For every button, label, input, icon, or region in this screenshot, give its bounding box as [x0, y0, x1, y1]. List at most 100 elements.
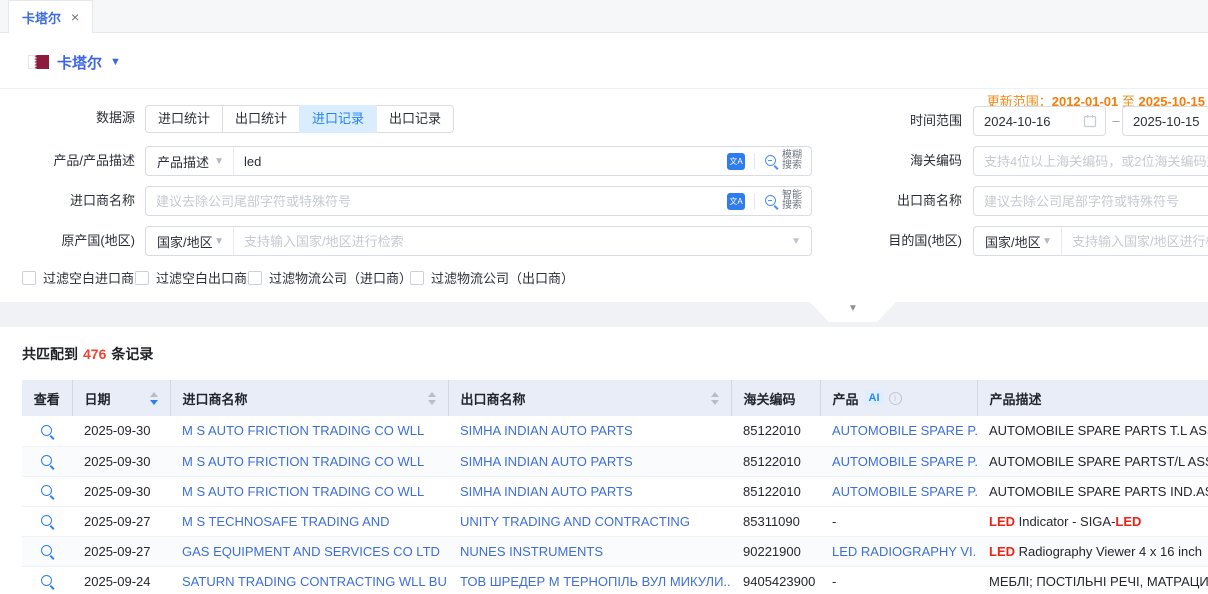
view-record-icon[interactable]	[40, 514, 55, 529]
sort-icon-date[interactable]	[150, 392, 158, 405]
date-cell: 2025-09-30	[72, 446, 170, 476]
fuzzy-search-label: 模糊搜索	[782, 151, 802, 171]
product-type-select[interactable]: 产品描述 ▼	[146, 147, 234, 175]
destination-select[interactable]: 国家/地区 ▼	[974, 227, 1062, 255]
description-cell: МЕБЛІ; ПОСТІЛЬНІ РЕЧІ, МАТРАЦИ,...	[977, 566, 1208, 594]
hs-code-box	[973, 146, 1208, 176]
exporter-link[interactable]: UNITY TRADING AND CONTRACTING	[460, 514, 690, 529]
importer-link[interactable]: M S AUTO FRICTION TRADING CO WLL	[182, 484, 424, 499]
origin-select[interactable]: 国家/地区 ▼	[146, 227, 234, 255]
close-icon[interactable]: ×	[71, 9, 79, 25]
exporter-link[interactable]: ТОВ ШРЕДЕР М ТЕРНОПІЛЬ ВУЛ МИКУЛИ...	[460, 574, 731, 589]
importer-search-box: 文A 智能搜索	[145, 186, 812, 216]
checkbox-filter-blank-importer[interactable]: 过滤空白进口商	[22, 268, 134, 287]
product-label: 产品/产品描述	[0, 146, 135, 176]
product-link[interactable]: AUTOMOBILE SPARE P...	[832, 454, 977, 469]
product-search-box: 产品描述 ▼ 文A 模糊搜索	[145, 146, 812, 176]
filter-checkboxes: 过滤空白进口商 过滤空白出口商 过滤物流公司（进口商） 过滤物流公司（出口商）	[0, 268, 812, 288]
origin-input[interactable]	[234, 228, 791, 254]
date-range-separator: –	[1111, 106, 1121, 136]
sort-icon-exporter[interactable]	[711, 392, 719, 405]
exporter-label: 出口商名称	[845, 186, 962, 216]
exporter-link[interactable]: SIMHA INDIAN AUTO PARTS	[460, 484, 633, 499]
table-row: 2025-09-24 SATURN TRADING CONTRACTING WL…	[22, 566, 1208, 594]
column-importer[interactable]: 进口商名称	[170, 380, 448, 416]
importer-link[interactable]: M S AUTO FRICTION TRADING CO WLL	[182, 454, 424, 469]
checkbox-filter-logistics-importer[interactable]: 过滤物流公司（进口商）	[248, 268, 412, 287]
chevron-down-icon[interactable]: ▼	[791, 236, 811, 247]
segment-import-stats[interactable]: 进口统计	[145, 105, 223, 133]
destination-box: 国家/地区 ▼	[973, 226, 1208, 256]
importer-link[interactable]: SATURN TRADING CONTRACTING WLL BUI...	[182, 574, 448, 589]
calendar-icon	[1083, 114, 1097, 128]
chevron-down-icon: ▼	[848, 302, 858, 316]
hs-code-cell: 9405423900	[731, 566, 820, 594]
date-start-input[interactable]: 2024-10-16	[973, 106, 1106, 136]
view-record-icon[interactable]	[40, 454, 55, 469]
origin-select-value: 国家/地区	[157, 232, 213, 251]
view-record-icon[interactable]	[40, 574, 55, 589]
checkbox-icon[interactable]	[135, 271, 149, 285]
date-end-input[interactable]: 2025-10-15	[1122, 106, 1208, 136]
hs-code-cell: 90221900	[731, 536, 820, 566]
checkbox-filter-logistics-exporter[interactable]: 过滤物流公司（出口商）	[410, 268, 574, 287]
importer-input[interactable]	[146, 188, 727, 214]
importer-label: 进口商名称	[0, 186, 135, 216]
product-link[interactable]: AUTOMOBILE SPARE P...	[832, 423, 977, 438]
destination-input[interactable]	[1062, 228, 1208, 254]
checkbox-icon[interactable]	[22, 271, 36, 285]
trade-data-page: 卡塔尔 × 卡塔尔 ▼ 数据源 进口统计 出口统计 进口记录 出口记录 更新范围…	[0, 0, 1208, 594]
checkbox-icon[interactable]	[248, 271, 262, 285]
description-cell: AUTOMOBILE SPARE PARTS T.L ASSY ...	[977, 416, 1208, 446]
segment-export-records[interactable]: 出口记录	[376, 105, 454, 133]
results-table: 查看 日期 进口商名称	[22, 380, 1208, 594]
column-exporter[interactable]: 出口商名称	[448, 380, 731, 416]
exporter-link[interactable]: NUNES INSTRUMENTS	[460, 544, 603, 559]
segment-import-records[interactable]: 进口记录	[299, 105, 377, 133]
country-name: 卡塔尔	[57, 52, 102, 73]
column-description: 产品描述	[977, 380, 1208, 416]
product-search-input[interactable]	[234, 148, 727, 174]
exporter-cell: SIMHA INDIAN AUTO PARTS	[448, 446, 731, 476]
summary-suffix: 条记录	[111, 346, 153, 362]
product-link[interactable]: AUTOMOBILE SPARE P...	[832, 484, 977, 499]
table-header-row: 查看 日期 进口商名称	[22, 380, 1208, 416]
column-date[interactable]: 日期	[72, 380, 170, 416]
table-row: 2025-09-27 GAS EQUIPMENT AND SERVICES CO…	[22, 536, 1208, 566]
hs-code-input[interactable]	[974, 148, 1208, 174]
view-record-icon[interactable]	[40, 424, 55, 439]
destination-select-value: 国家/地区	[985, 232, 1041, 251]
divider	[0, 88, 1208, 89]
checkbox-icon[interactable]	[410, 271, 424, 285]
magnifier-icon	[764, 194, 779, 209]
sort-icon-importer[interactable]	[428, 392, 436, 405]
view-cell	[22, 566, 72, 594]
product-link[interactable]: LED RADIOGRAPHY VI...	[832, 544, 977, 559]
translate-icon[interactable]: 文A	[727, 153, 745, 170]
country-selector[interactable]: 卡塔尔 ▼	[28, 51, 121, 73]
fuzzy-search-button[interactable]: 模糊搜索	[764, 151, 802, 171]
tab-label: 卡塔尔	[22, 8, 61, 27]
chevron-down-icon: ▼	[1042, 236, 1052, 247]
panel-gap	[0, 302, 1208, 327]
translate-icon[interactable]: 文A	[727, 193, 745, 210]
importer-link[interactable]: M S AUTO FRICTION TRADING CO WLL	[182, 423, 424, 438]
date-cell: 2025-09-24	[72, 566, 170, 594]
importer-link[interactable]: GAS EQUIPMENT AND SERVICES CO LTD	[182, 544, 440, 559]
view-record-icon[interactable]	[40, 484, 55, 499]
segment-export-stats[interactable]: 出口统计	[222, 105, 300, 133]
exporter-link[interactable]: SIMHA INDIAN AUTO PARTS	[460, 454, 633, 469]
exporter-link[interactable]: SIMHA INDIAN AUTO PARTS	[460, 423, 633, 438]
checkbox-label: 过滤空白出口商	[156, 268, 247, 287]
exporter-cell: UNITY TRADING AND CONTRACTING	[448, 506, 731, 536]
exporter-input[interactable]	[974, 188, 1208, 214]
tab-qatar[interactable]: 卡塔尔 ×	[8, 0, 93, 33]
view-record-icon[interactable]	[40, 544, 55, 559]
hs-code-cell: 85122010	[731, 476, 820, 506]
smart-search-button[interactable]: 智能搜索	[764, 191, 802, 211]
product-cell: AUTOMOBILE SPARE P...	[820, 476, 977, 506]
importer-link[interactable]: M S TECHNOSAFE TRADING AND	[182, 514, 390, 529]
checkbox-filter-blank-exporter[interactable]: 过滤空白出口商	[135, 268, 247, 287]
product-cell: AUTOMOBILE SPARE P...	[820, 446, 977, 476]
info-icon[interactable]: i	[889, 392, 902, 405]
